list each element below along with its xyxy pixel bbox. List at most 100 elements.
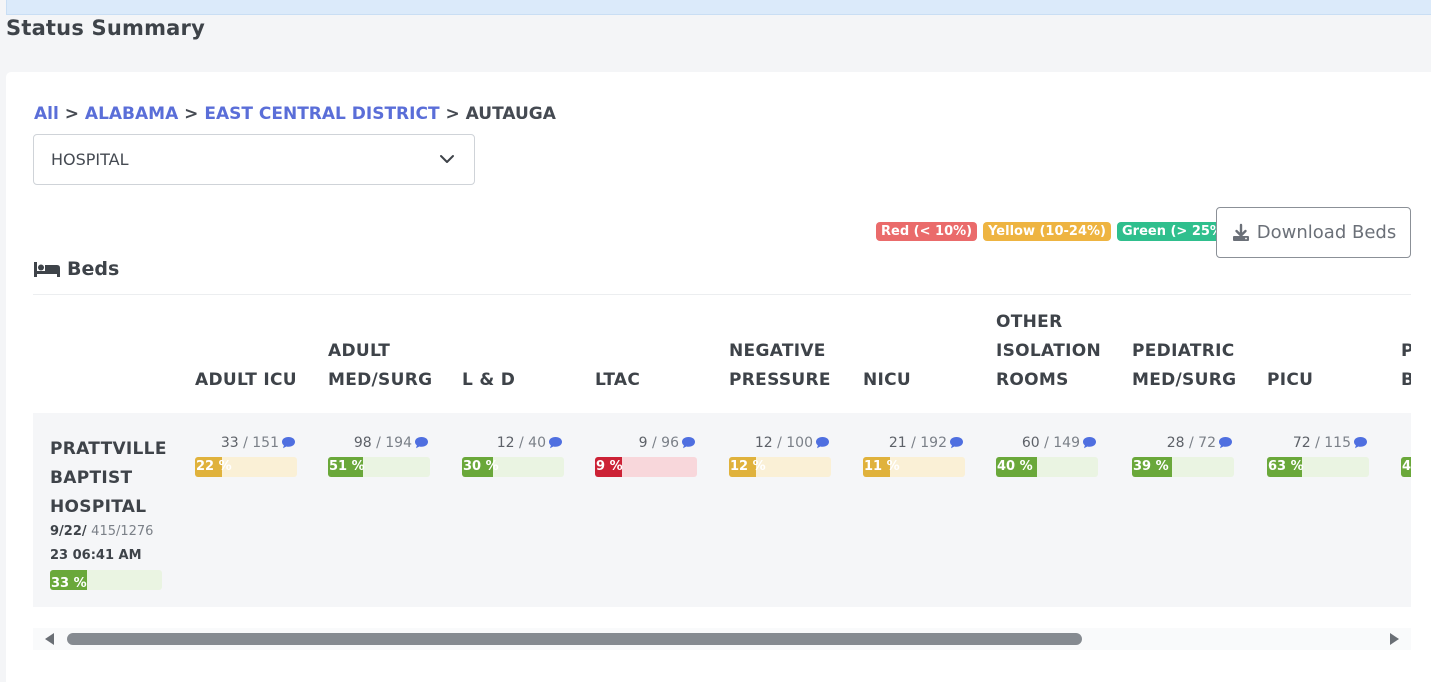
column-header-line: NICU (863, 370, 912, 390)
progress-percent: 30 % (463, 459, 499, 474)
beds-available: 21 (888, 435, 907, 451)
column-header-line: MED/SURG (328, 370, 433, 390)
beds-table: ADULT ICU ADULT MED/SURG L & D LTAC NEGATIVE P… (33, 295, 1411, 613)
column-header-line: ADULT (328, 341, 391, 361)
breadcrumb-state[interactable]: ALABAMA (85, 104, 178, 124)
chevron-down-icon (440, 155, 454, 163)
scroll-right-arrow-icon[interactable] (1390, 633, 1399, 645)
progress-percent: 11 % (864, 459, 900, 474)
scrollbar-thumb[interactable] (67, 633, 1082, 645)
bed-cell[interactable]: 98 / 194 51 % (328, 435, 430, 477)
bed-counts: 72 / 115 (1267, 435, 1369, 453)
availability-bar: 30 % (462, 457, 564, 477)
bed-cell[interactable]: 72 / 115 63 % (1267, 435, 1369, 477)
beds-available: 12 (496, 435, 515, 451)
column-header[interactable]: OTHER ISOLATION ROOMS (996, 308, 1101, 395)
progress-percent: 9 % (596, 459, 623, 474)
scroll-left-arrow-icon[interactable] (45, 633, 54, 645)
beds-available: 60 (1021, 435, 1040, 451)
column-header-line: PEDIATRIC (1132, 341, 1235, 361)
progress-percent: 63 % (1268, 459, 1304, 474)
chat-bubble-icon[interactable] (546, 435, 563, 451)
legend: Red (< 10%) Yellow (10-24%) Green (> 25%… (876, 222, 1234, 241)
availability-bar: 41 (1401, 457, 1411, 477)
breadcrumb-county: AUTAUGA (465, 104, 556, 124)
column-header-line: PICU (1267, 370, 1314, 390)
chat-bubble-icon[interactable] (1080, 435, 1097, 451)
progress-percent: 12 % (730, 459, 766, 474)
breadcrumb-separator: > (64, 104, 79, 124)
bed-cell[interactable]: 28 / 72 39 % (1132, 435, 1234, 477)
breadcrumb-all[interactable]: All (34, 104, 59, 124)
column-header[interactable]: PICU (1267, 366, 1313, 395)
breadcrumb-district[interactable]: EAST CENTRAL DISTRICT (204, 104, 439, 124)
beds-available: 28 (1166, 435, 1185, 451)
bed-cell[interactable]: 21 / 192 11 % (863, 435, 965, 477)
bed-cell[interactable]: 9 / 96 9 % (595, 435, 697, 477)
bed-counts: 28 / 72 (1132, 435, 1234, 453)
column-header-line: MED/SURG (1132, 370, 1237, 390)
download-beds-label: Download Beds (1256, 222, 1397, 243)
beds-total: / 194 (371, 435, 412, 451)
hospital-name[interactable]: PRATTVILLE BAPTIST HOSPITAL (50, 435, 175, 522)
bed-cell[interactable]: 41 (1401, 435, 1411, 477)
table-header-row: ADULT ICU ADULT MED/SURG L & D LTAC NEGATIVE P… (33, 295, 1411, 413)
bed-counts: 33 / 151 (195, 435, 297, 453)
facility-type-value: HOSPITAL (51, 150, 129, 169)
column-header[interactable]: ADULT ICU (195, 366, 297, 395)
beds-section-title: Beds (33, 258, 119, 280)
availability-bar: 39 % (1132, 457, 1234, 477)
availability-bar: 12 % (729, 457, 831, 477)
bed-cell[interactable]: 12 / 100 12 % (729, 435, 831, 477)
bed-cell[interactable]: 12 / 40 30 % (462, 435, 564, 477)
column-header-line: L & D (462, 370, 516, 390)
bed-cell[interactable]: 33 / 151 22 % (195, 435, 297, 477)
column-header[interactable]: NEGATIVE PRESSURE (729, 337, 831, 395)
chat-bubble-icon[interactable] (813, 435, 830, 451)
beds-total: / 115 (1310, 435, 1351, 451)
column-header[interactable]: ADULT MED/SURG (328, 337, 432, 395)
bed-counts: 12 / 40 (462, 435, 564, 453)
breadcrumb: All > ALABAMA > EAST CENTRAL DISTRICT > … (34, 104, 556, 124)
bed-counts: 12 / 100 (729, 435, 831, 453)
availability-bar: 22 % (195, 457, 297, 477)
availability-bar: 9 % (595, 457, 697, 477)
availability-bar: 51 % (328, 457, 430, 477)
beds-total: / 149 (1039, 435, 1080, 451)
column-header[interactable]: LTAC (595, 366, 640, 395)
download-beds-button[interactable]: Download Beds (1216, 207, 1411, 258)
beds-available: 9 (638, 435, 648, 451)
chat-bubble-icon[interactable] (279, 435, 296, 451)
top-notice-bar (6, 0, 1431, 15)
beds-total: / 151 (238, 435, 279, 451)
chat-bubble-icon[interactable] (679, 435, 696, 451)
column-header[interactable]: PEDIATRIC MED/SURG (1132, 337, 1236, 395)
hospital-total-ratio: 415/1276 (91, 524, 154, 539)
chat-bubble-icon[interactable] (1351, 435, 1368, 451)
chat-bubble-icon[interactable] (1216, 435, 1233, 451)
bed-counts: 60 / 149 (996, 435, 1098, 453)
column-header[interactable]: NICU (863, 366, 911, 395)
breadcrumb-separator: > (445, 104, 460, 124)
availability-bar: 40 % (996, 457, 1098, 477)
hospital-updated-time: 23 06:41 AM (50, 548, 142, 563)
progress-percent: 41 (1402, 459, 1411, 474)
column-header-line: OTHER (996, 312, 1063, 332)
bed-icon (34, 262, 60, 277)
hospital-updated-date: 9/22/ (50, 524, 87, 539)
hospital-total-bar: 33 % (50, 570, 162, 590)
chat-bubble-icon[interactable] (412, 435, 429, 451)
beds-available: 33 (220, 435, 239, 451)
chat-bubble-icon[interactable] (947, 435, 964, 451)
beds-total: / 192 (906, 435, 947, 451)
horizontal-scrollbar[interactable] (33, 628, 1411, 650)
bed-cell[interactable]: 60 / 149 40 % (996, 435, 1098, 477)
facility-type-select[interactable]: HOSPITAL (33, 134, 475, 185)
column-header[interactable]: PSYCH BEDS (1401, 337, 1411, 395)
column-header-line: BEDS (1401, 370, 1411, 390)
column-header-line: PRESSURE (729, 370, 831, 390)
beds-total: / 40 (514, 435, 546, 451)
bed-counts (1401, 435, 1411, 453)
column-header[interactable]: L & D (462, 366, 515, 395)
hospital-summary: 9/22/ 415/1276 23 06:41 AM 33 % (50, 520, 170, 590)
